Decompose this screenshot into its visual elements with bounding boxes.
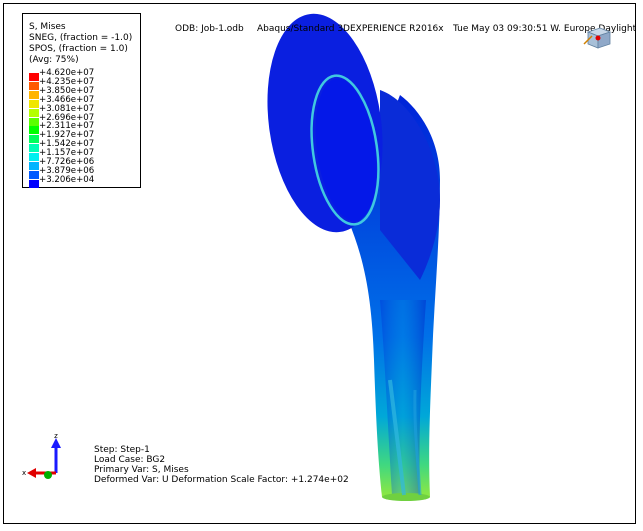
- odb-label: ODB: Job-1.odb: [175, 24, 244, 34]
- step-label: Step: Step-1: [94, 445, 150, 455]
- legend-sneg: SNEG, (fraction = -1.0): [29, 33, 133, 43]
- legend-swatch: [29, 73, 39, 81]
- legend-swatch: [29, 170, 39, 179]
- legend-spos: SPOS, (fraction = 1.0): [29, 44, 128, 54]
- legend-swatch: [29, 117, 39, 126]
- legend-title: S, Mises: [29, 22, 66, 32]
- legend-value: +3.206e+04: [39, 174, 95, 185]
- legend-swatch: [29, 179, 39, 188]
- axis-triad[interactable]: z x: [18, 432, 78, 482]
- legend-swatch: [29, 99, 39, 108]
- legend-swatch: [29, 126, 39, 135]
- deformed-var-label: Deformed Var: U Deformation Scale Factor…: [94, 475, 349, 485]
- y-axis-dot: [44, 471, 52, 479]
- x-axis-label: x: [22, 469, 26, 477]
- legend-swatch: [29, 90, 39, 99]
- legend-swatch: [29, 144, 39, 153]
- legend: S, Mises SNEG, (fraction = -1.0) SPOS, (…: [22, 13, 141, 188]
- legend-swatch: [29, 135, 39, 144]
- legend-swatch: [29, 81, 39, 90]
- x-arrow-icon: [27, 468, 36, 478]
- legend-swatch: [29, 162, 39, 170]
- primary-var-label: Primary Var: S, Mises: [94, 465, 189, 475]
- z-axis-label: z: [54, 432, 58, 440]
- legend-swatch: [29, 153, 39, 162]
- tube-end: [382, 493, 430, 501]
- view-cube-icon[interactable]: [582, 24, 612, 50]
- legend-avg: (Avg: 75%): [29, 55, 79, 65]
- load-case-label: Load Case: BG2: [94, 455, 166, 465]
- legend-swatch: [29, 108, 39, 117]
- solver-label: Abaqus/Standard 3DEXPERIENCE R2016x: [257, 24, 444, 34]
